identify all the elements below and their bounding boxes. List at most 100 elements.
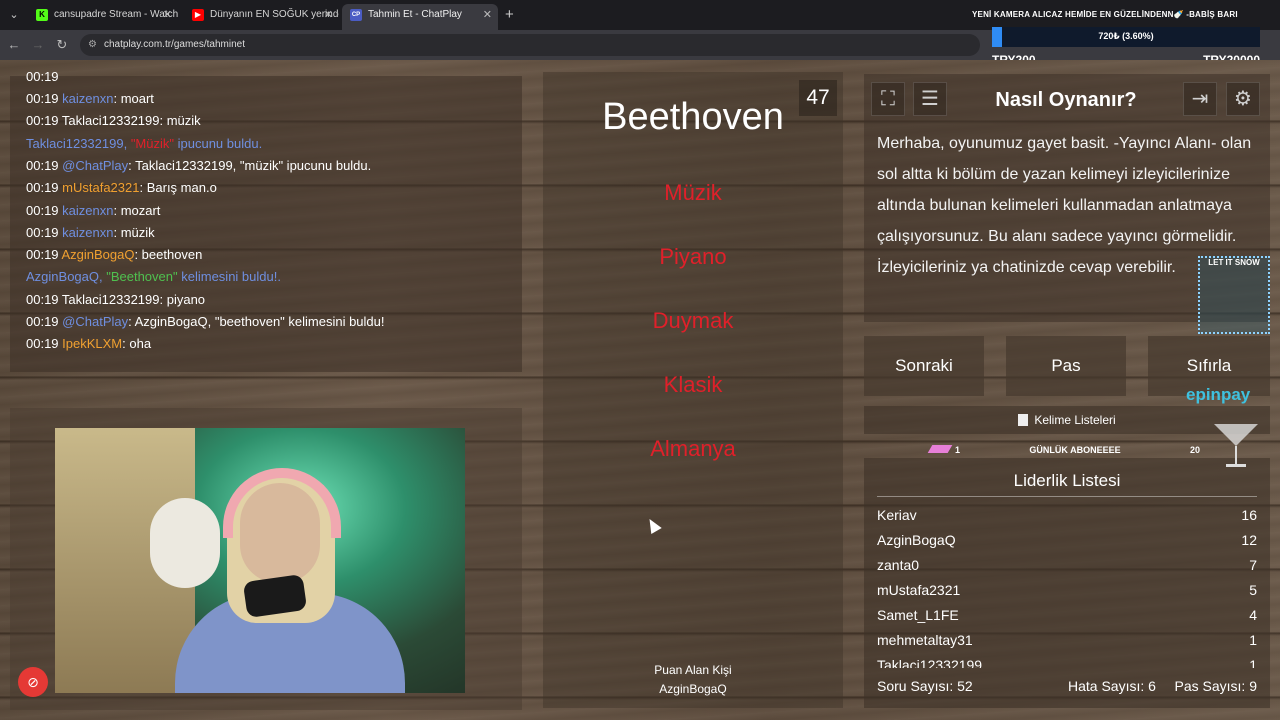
chat-message: 00:19 kaizenxn: müzik (26, 224, 155, 242)
chat-text: : oha (122, 336, 152, 352)
close-tab-icon[interactable]: ✕ (483, 4, 492, 26)
taboo-word: Klasik (663, 372, 723, 397)
pass-button[interactable]: Pas (1006, 336, 1126, 396)
chat-time: 00:19 (26, 180, 63, 196)
leaderboard-row: mehmetaltay31 1 (877, 632, 1257, 652)
chat-text: : beethoven (134, 247, 203, 263)
player-name: mUstafa2321 (877, 582, 961, 598)
chat-username[interactable]: @ChatPlay (62, 314, 128, 329)
leaderboard-row: mUstafa2321 5 (877, 582, 1257, 602)
browser-tab-2[interactable]: ▶ Dünyanın EN SOĞUK yerinde B ✕ (184, 4, 339, 30)
chat-message: 00:19 @ChatPlay: Taklaci12332199, "müzik… (26, 157, 371, 175)
close-tab-icon[interactable]: ✕ (324, 4, 333, 26)
leaderboard-row: Samet_L1FE 4 (877, 607, 1257, 627)
next-button[interactable]: Sonraki (864, 336, 984, 396)
webcam-feed (55, 428, 465, 693)
how-to-play-title: Nasıl Oynanır? (995, 89, 1137, 111)
chat-username[interactable]: Taklaci12332199 (62, 113, 160, 128)
goal-name: GÜNLÜK ABONEEEE (1029, 445, 1121, 455)
new-tab-icon[interactable]: + (505, 6, 514, 23)
record-icon[interactable]: ⊘ (18, 667, 48, 697)
chat-time: 00:19 (26, 157, 63, 173)
chat-username[interactable]: Taklaci12332199, (26, 136, 131, 151)
chat-time: 00:19 (26, 336, 63, 352)
chat-message: AzginBogaQ, "Beethoven" kelimesini buldu… (26, 268, 281, 286)
url-field[interactable]: ⚙ chatplay.com.tr/games/tahminet (80, 34, 980, 56)
sub-goal-bar: 1 GÜNLÜK ABONEEEE 20 (927, 443, 1200, 457)
player-score: 16 (1241, 507, 1257, 523)
webcam-headphones (223, 468, 341, 538)
back-icon[interactable]: ← (6, 37, 22, 52)
chat-username[interactable]: AzginBogaQ (61, 247, 134, 262)
leaderboard-row: AzginBogaQ 12 (877, 532, 1257, 552)
exit-icon[interactable]: ⇥ (1183, 82, 1217, 116)
chat-message: 00:19 kaizenxn: mozart (26, 202, 160, 220)
chat-message: 00:19 Taklaci12332199: müzik (26, 112, 201, 130)
chat-text: : Barış man.o (139, 180, 217, 196)
player-name: zanta0 (877, 557, 920, 573)
chat-time: 00:19 (26, 91, 63, 106)
chat-username[interactable]: Taklaci12332199 (62, 292, 160, 307)
chat-time: 00:19 (26, 314, 63, 329)
notepad-icon (1018, 414, 1029, 426)
chat-username[interactable]: @ChatPlay (62, 158, 128, 173)
chat-text: kelimesini buldu!. (177, 269, 281, 285)
chat-time: 00:19 (26, 70, 59, 84)
chat-username[interactable]: IpekKLXM (62, 336, 122, 351)
scorer-name: AzginBogaQ (659, 682, 727, 696)
player-name: Taklaci12332199 (877, 657, 983, 668)
player-score: 1 (1249, 632, 1257, 648)
site-info-icon[interactable]: ⚙ (88, 34, 97, 56)
let-it-snow-widget: LET IT SNOW (1198, 256, 1270, 334)
player-score: 12 (1241, 532, 1257, 548)
chat-line-partial: 00:19 (26, 70, 59, 86)
chat-time: 00:19 (26, 202, 63, 218)
fullscreen-icon[interactable]: ⛶ (871, 82, 905, 116)
reload-icon[interactable]: ↻ (54, 37, 70, 53)
chat-text: : müzik (159, 113, 201, 129)
chat-message: 00:19 mUstafa2321: Barış man.o (26, 179, 217, 197)
tab-title: Tahmin Et - ChatPlay (368, 9, 462, 20)
tab-search-icon[interactable]: ⌄ (6, 7, 22, 23)
chat-message: 00:19 IpekKLXM: oha (26, 335, 151, 353)
chat-time: 00:19 (26, 224, 63, 240)
chat-highlight: "Müzik" (130, 135, 174, 151)
donation-progress-text: 720₺ (3.60%) (1098, 31, 1154, 41)
chat-text: : müzik (113, 224, 155, 240)
webcam-teddy (150, 498, 220, 588)
chat-text: : moart (113, 91, 154, 106)
chat-text: : Taklaci12332199, "müzik" ipucunu buldu… (128, 157, 372, 173)
player-name: Keriav (877, 507, 917, 523)
chat-username[interactable]: kaizenxn (62, 203, 113, 218)
error-count: Hata Sayısı: 6 (1068, 678, 1156, 694)
player-score: 1 (1249, 657, 1257, 668)
chat-highlight: "Beethoven" (106, 269, 178, 285)
word-lists-label: Kelime Listeleri (1034, 413, 1116, 427)
chat-username[interactable]: kaizenxn (62, 225, 113, 240)
chat-text: : piyano (159, 291, 206, 307)
leaderboard-row: zanta0 7 (877, 557, 1257, 577)
chat-username[interactable]: mUstafa2321 (62, 180, 139, 195)
chat-time: 00:19 (26, 291, 62, 307)
gear-icon[interactable]: ⚙ (1226, 82, 1260, 116)
chat-message: 00:19 AzginBogaQ: beethoven (26, 246, 202, 264)
chat-text: : AzginBogaQ, "beethoven" kelimesini bul… (128, 314, 385, 329)
chat-message: Taklaci12332199, "Müzik" ipucunu buldu. (26, 135, 262, 153)
divider (877, 496, 1257, 497)
chat-log: 00:19 00:19 kaizenxn: moart 00:19 Taklaci… (10, 70, 522, 370)
chat-time: 00:19 (26, 247, 62, 263)
target-word: Beethoven (602, 96, 784, 138)
leaderboard-list: Keriav 16 AzginBogaQ 12 zanta0 7 mUstafa232… (864, 505, 1270, 668)
goal-target: 20 (1189, 445, 1200, 455)
chat-message: 00:19 Taklaci12332199: piyano (26, 291, 205, 309)
question-count: Soru Sayısı: 52 (877, 678, 973, 694)
chat-username[interactable]: kaizenxn (62, 91, 113, 106)
close-tab-icon[interactable]: ✕ (163, 4, 172, 26)
player-score: 5 (1249, 582, 1257, 598)
chat-username[interactable]: AzginBogaQ, (26, 269, 106, 284)
browser-tab-3[interactable]: CP Tahmin Et - ChatPlay ✕ (342, 4, 498, 30)
player-name: mehmetaltay31 (877, 632, 973, 648)
browser-tab-1[interactable]: K cansupadre Stream - Watch Liv ✕ (28, 4, 178, 30)
donation-progress-bar: 720₺ (3.60%) (992, 27, 1260, 47)
forward-icon[interactable]: → (30, 37, 46, 52)
